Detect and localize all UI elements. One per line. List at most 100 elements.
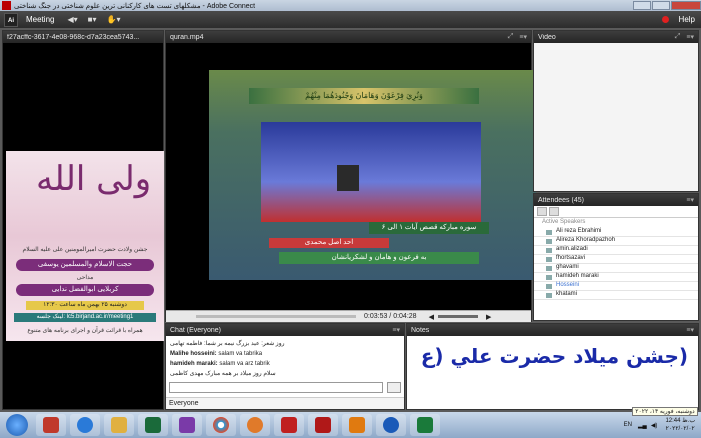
list-view-icon[interactable] — [537, 207, 547, 216]
chat-text: salam va arz tabrik — [219, 361, 270, 367]
chat-messages: روز شعر: عید بزرگ نیمه بر شما: فاطمه تها… — [166, 336, 404, 382]
start-button[interactable] — [6, 414, 28, 436]
attendees-pod: Attendees (45) ≡▾ Active Speakers Ali re… — [533, 193, 699, 321]
attendees-toolbar — [534, 206, 698, 218]
pod-menu-icon[interactable]: ≡▾ — [519, 33, 527, 41]
close-button[interactable] — [671, 1, 701, 10]
clock-time: 12:44 ب.ظ — [665, 418, 695, 424]
person-icon — [546, 239, 552, 244]
recording-indicator-icon[interactable] — [661, 16, 669, 23]
pod-menu-icon[interactable]: ≡▾ — [392, 326, 400, 334]
grid-view-icon[interactable] — [549, 207, 559, 216]
video-time: 0:03:53 / 0:04:28 — [364, 313, 417, 320]
taskbar-app[interactable] — [410, 414, 440, 436]
poster-link: لینک جلسه: lc5.birjand.ac.ir/meeting1 — [14, 313, 156, 322]
language-indicator[interactable]: EN — [624, 422, 632, 428]
window-titlebar: مشکلهای تست های کارکنانی ترین علوم شناخت… — [0, 0, 701, 11]
attendee-row[interactable]: khatami — [534, 291, 698, 300]
person-icon — [546, 257, 552, 262]
system-tray: EN ▂▄ ◀) 12:44 ب.ظ ۲۰۲۲/۰۲/۰۲ — [624, 417, 701, 433]
chat-user: Malihe hosseini: — [170, 351, 217, 357]
video-top-caption: وَنُرِيَ فِرْعَوْنَ وَهَامَانَ وَجُنُودَ… — [249, 88, 479, 104]
chat-scope: (Everyone) — [186, 326, 221, 334]
fullscreen-icon[interactable]: ⤢ — [508, 33, 514, 41]
attendee-name: amin.alizadi — [556, 246, 588, 252]
notes-pod-title: Notes — [411, 326, 430, 334]
poster-footer: همراه با قرائت قرآن و اجرای برنامه های م… — [27, 328, 143, 334]
media-player-icon — [145, 417, 161, 433]
video-pod-header: quran.mp4 ⤢ ≡▾ — [166, 31, 531, 43]
adobe-connect-icon — [315, 417, 331, 433]
person-icon — [546, 293, 552, 298]
chat-message: hamideh maraki: salam va arz tabrik — [170, 359, 400, 369]
send-message-button[interactable] — [387, 382, 401, 393]
poster-calligraphy: ولی الله — [36, 159, 152, 199]
chat-pod-header: Chat (Everyone) ≡▾ — [166, 324, 404, 336]
pod-menu-icon[interactable]: ≡▾ — [686, 196, 694, 204]
chat-text: سلام روز میلاد بر همه مبارک مهدی کاظمی — [170, 371, 276, 377]
fullscreen-icon[interactable]: ⤢ — [675, 33, 681, 41]
person-icon — [546, 248, 552, 253]
poster-line1: جشن ولادت حضرت امیرالمومنین علی علیه الس… — [22, 247, 148, 253]
attendee-row[interactable]: ghavami — [534, 264, 698, 273]
maximize-button[interactable] — [652, 1, 670, 10]
camera-icon[interactable]: ■▾ — [88, 15, 97, 24]
time-current: 0:03:53 — [364, 313, 388, 320]
help-menu[interactable]: Help — [679, 15, 695, 24]
internet-explorer-icon — [77, 417, 93, 433]
date-tooltip: دوشنبه، فوریه ۱۴، ۲۰۲۲ — [632, 407, 698, 416]
taskbar-app[interactable] — [342, 414, 372, 436]
attendee-row[interactable]: Ali reza Ebrahimi — [534, 228, 698, 237]
chat-recipient-tab[interactable]: Everyone — [166, 397, 404, 409]
adobe-connect-logo-icon — [2, 1, 11, 10]
camera-video-pod: Video ⤢ ≡▾ — [533, 30, 699, 192]
taskbar-app[interactable] — [104, 414, 134, 436]
taskbar-app[interactable] — [206, 414, 236, 436]
volume-icon[interactable]: ◀ — [429, 313, 434, 321]
attendee-row[interactable]: fhortsazavi — [534, 255, 698, 264]
attendee-row[interactable]: Hosseini — [534, 282, 698, 291]
taskbar-app[interactable] — [308, 414, 338, 436]
chat-message: روز شعر: عید بزرگ نیمه بر شما: فاطمه تها… — [170, 339, 400, 349]
attendee-row[interactable]: hamideh maraki — [534, 273, 698, 282]
app-icon — [383, 417, 399, 433]
volume-tray-icon[interactable]: ◀) — [651, 422, 658, 429]
camera-pod-title: Video — [538, 33, 556, 41]
taskbar-clock[interactable]: 12:44 ب.ظ ۲۰۲۲/۰۲/۰۲ — [665, 417, 695, 433]
taskbar-app[interactable] — [274, 414, 304, 436]
pod-menu-icon[interactable]: ≡▾ — [686, 326, 694, 334]
person-icon — [546, 284, 552, 289]
volume-slider[interactable] — [437, 315, 478, 318]
notes-text[interactable]: (جشن میلاد حضرت علي (ع — [407, 336, 698, 376]
share-pod: f27acffc-3617-4e08-968c-d7a23cea5743... … — [2, 30, 164, 410]
taskbar-app[interactable] — [240, 414, 270, 436]
seek-slider[interactable] — [196, 315, 356, 318]
video-caption-2: احد اصل محمدی — [269, 238, 389, 248]
attendee-row[interactable]: Alireza Khoradpazhoh — [534, 237, 698, 246]
pod-menu-icon[interactable]: ≡▾ — [686, 33, 694, 41]
taskbar-app[interactable] — [376, 414, 406, 436]
chat-input[interactable] — [169, 382, 383, 393]
chat-pod-title: Chat — [170, 326, 185, 334]
attendees-pod-title: Attendees — [538, 196, 570, 204]
clock-date: ۲۰۲۲/۰۲/۰۲ — [665, 426, 695, 432]
video-frame[interactable]: وَنُرِيَ فِرْعَوْنَ وَهَامَانَ وَجُنُودَ… — [209, 70, 536, 280]
poster-date: دوشنبه ۲۵ بهمن ماه ساعت ۱۲:۳۰ — [26, 301, 144, 310]
taskbar-app[interactable] — [138, 414, 168, 436]
taskbar-app[interactable] — [36, 414, 66, 436]
video-stage — [261, 122, 481, 222]
network-icon[interactable]: ▂▄ — [638, 422, 647, 429]
play-icon[interactable]: ▶ — [486, 313, 491, 321]
attendee-row[interactable]: amin.alizadi — [534, 246, 698, 255]
app-icon — [349, 417, 365, 433]
share-pod-header: f27acffc-3617-4e08-968c-d7a23cea5743... — [3, 31, 163, 43]
acrobat-icon — [281, 417, 297, 433]
raise-hand-icon[interactable]: ✋▾ — [107, 15, 121, 24]
meeting-menu[interactable]: Meeting — [26, 15, 54, 24]
taskbar-app[interactable] — [70, 414, 100, 436]
minimize-button[interactable] — [633, 1, 651, 10]
poster-line2: مداحی — [76, 275, 94, 281]
speaker-icon[interactable]: ◀▾ — [67, 15, 77, 24]
chrome-icon — [213, 417, 229, 433]
taskbar-app[interactable] — [172, 414, 202, 436]
